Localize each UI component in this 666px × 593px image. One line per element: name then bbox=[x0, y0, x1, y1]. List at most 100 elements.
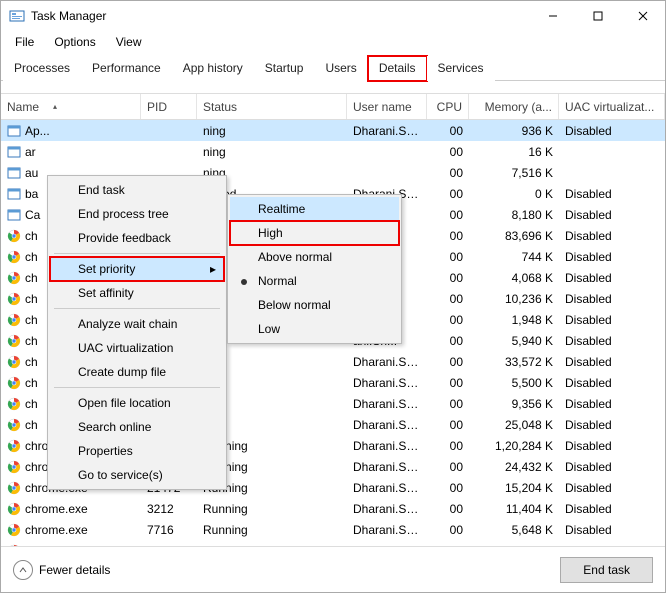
maximize-button[interactable] bbox=[575, 1, 620, 31]
priority-low[interactable]: Low bbox=[230, 317, 399, 341]
process-icon bbox=[7, 544, 21, 547]
process-name: ch bbox=[25, 271, 38, 285]
process-icon bbox=[7, 208, 21, 222]
cell-cpu: 00 bbox=[427, 166, 469, 180]
col-status[interactable]: Status bbox=[197, 94, 347, 119]
tab-app-history[interactable]: App history bbox=[172, 56, 254, 81]
cell-mem: 11,404 K bbox=[469, 502, 559, 516]
process-name: chrome.exe bbox=[25, 544, 88, 547]
col-user[interactable]: User name bbox=[347, 94, 427, 119]
col-uac[interactable]: UAC virtualizat... bbox=[559, 94, 665, 119]
tab-performance[interactable]: Performance bbox=[81, 56, 172, 81]
table-row[interactable]: Ap...ningDharani.Sh...00936 KDisabled bbox=[1, 120, 665, 141]
footer: Fewer details End task bbox=[1, 546, 665, 592]
menu-analyze-wait-chain[interactable]: Analyze wait chain bbox=[50, 312, 224, 336]
cell-uac: Disabled bbox=[559, 229, 665, 243]
col-mem[interactable]: Memory (a... bbox=[469, 94, 559, 119]
cell-user: Dharani.Sh... bbox=[347, 439, 427, 453]
cell-mem: 936 K bbox=[469, 124, 559, 138]
menu-set-priority[interactable]: Set priority▸ bbox=[50, 257, 224, 281]
menu-options[interactable]: Options bbox=[46, 33, 103, 51]
cell-mem: 24,432 K bbox=[469, 460, 559, 474]
cell-status: ning bbox=[197, 124, 347, 138]
menu-end-task[interactable]: End task bbox=[50, 178, 224, 202]
col-name[interactable]: Name▴ bbox=[1, 94, 141, 119]
table-row[interactable]: chrome.exe1272RunningDharani.Sh...002,14… bbox=[1, 540, 665, 546]
col-pid[interactable]: PID bbox=[141, 94, 197, 119]
cell-mem: 10,236 K bbox=[469, 292, 559, 306]
cell-pid: 3212 bbox=[141, 502, 197, 516]
process-name: Ca bbox=[25, 208, 40, 222]
menu-create-dump-file[interactable]: Create dump file bbox=[50, 360, 224, 384]
process-name: ch bbox=[25, 355, 38, 369]
menu-end-process-tree[interactable]: End process tree bbox=[50, 202, 224, 226]
process-icon bbox=[7, 145, 21, 159]
process-name: ch bbox=[25, 418, 38, 432]
process-icon bbox=[7, 439, 21, 453]
cell-cpu: 00 bbox=[427, 481, 469, 495]
cell-status: Running bbox=[197, 523, 347, 537]
process-icon bbox=[7, 229, 21, 243]
cell-mem: 7,516 K bbox=[469, 166, 559, 180]
cell-user: Dharani.Sh... bbox=[347, 124, 427, 138]
process-icon bbox=[7, 376, 21, 390]
process-name: ch bbox=[25, 250, 38, 264]
process-name: ch bbox=[25, 313, 38, 327]
minimize-button[interactable] bbox=[530, 1, 575, 31]
priority-normal[interactable]: Normal bbox=[230, 269, 399, 293]
menu-uac-virtualization[interactable]: UAC virtualization bbox=[50, 336, 224, 360]
process-name: ch bbox=[25, 334, 38, 348]
tab-users[interactable]: Users bbox=[314, 56, 367, 81]
process-icon bbox=[7, 166, 21, 180]
cell-user: Dharani.Sh... bbox=[347, 523, 427, 537]
separator bbox=[54, 308, 220, 309]
cell-uac: Disabled bbox=[559, 544, 665, 547]
menu-go-to-services[interactable]: Go to service(s) bbox=[50, 463, 224, 487]
end-task-button[interactable]: End task bbox=[560, 557, 653, 583]
cell-uac: Disabled bbox=[559, 271, 665, 285]
cell-user: Dharani.Sh... bbox=[347, 481, 427, 495]
separator bbox=[54, 253, 220, 254]
table-row[interactable]: chrome.exe7716RunningDharani.Sh...005,64… bbox=[1, 519, 665, 540]
fewer-details-button[interactable]: Fewer details bbox=[13, 560, 110, 580]
menu-view[interactable]: View bbox=[108, 33, 150, 51]
col-cpu[interactable]: CPU bbox=[427, 94, 469, 119]
process-icon bbox=[7, 523, 21, 537]
priority-below-normal[interactable]: Below normal bbox=[230, 293, 399, 317]
priority-above-normal[interactable]: Above normal bbox=[230, 245, 399, 269]
separator bbox=[54, 387, 220, 388]
cell-cpu: 00 bbox=[427, 376, 469, 390]
table-row[interactable]: arning0016 K bbox=[1, 141, 665, 162]
menu-properties[interactable]: Properties bbox=[50, 439, 224, 463]
cell-cpu: 00 bbox=[427, 544, 469, 547]
tab-startup[interactable]: Startup bbox=[254, 56, 315, 81]
process-name: au bbox=[25, 166, 38, 180]
tab-details[interactable]: Details bbox=[368, 56, 427, 81]
cell-cpu: 00 bbox=[427, 208, 469, 222]
process-name: ch bbox=[25, 397, 38, 411]
cell-mem: 5,940 K bbox=[469, 334, 559, 348]
cell-uac: Disabled bbox=[559, 439, 665, 453]
cell-pid: 7716 bbox=[141, 523, 197, 537]
menu-provide-feedback[interactable]: Provide feedback bbox=[50, 226, 224, 250]
menu-search-online[interactable]: Search online bbox=[50, 415, 224, 439]
close-button[interactable] bbox=[620, 1, 665, 31]
submenu-arrow-icon: ▸ bbox=[210, 262, 216, 276]
tab-services[interactable]: Services bbox=[427, 56, 495, 81]
cell-uac: Disabled bbox=[559, 460, 665, 474]
tab-processes[interactable]: Processes bbox=[3, 56, 81, 81]
table-row[interactable]: chrome.exe3212RunningDharani.Sh...0011,4… bbox=[1, 498, 665, 519]
cell-mem: 25,048 K bbox=[469, 418, 559, 432]
cell-uac: Disabled bbox=[559, 523, 665, 537]
menu-file[interactable]: File bbox=[7, 33, 42, 51]
cell-uac: Disabled bbox=[559, 292, 665, 306]
priority-realtime[interactable]: Realtime bbox=[230, 197, 399, 221]
process-icon bbox=[7, 334, 21, 348]
priority-high[interactable]: High bbox=[230, 221, 399, 245]
process-icon bbox=[7, 418, 21, 432]
menu-open-file-location[interactable]: Open file location bbox=[50, 391, 224, 415]
cell-mem: 83,696 K bbox=[469, 229, 559, 243]
process-name: ch bbox=[25, 376, 38, 390]
menu-set-affinity[interactable]: Set affinity bbox=[50, 281, 224, 305]
cell-cpu: 00 bbox=[427, 355, 469, 369]
